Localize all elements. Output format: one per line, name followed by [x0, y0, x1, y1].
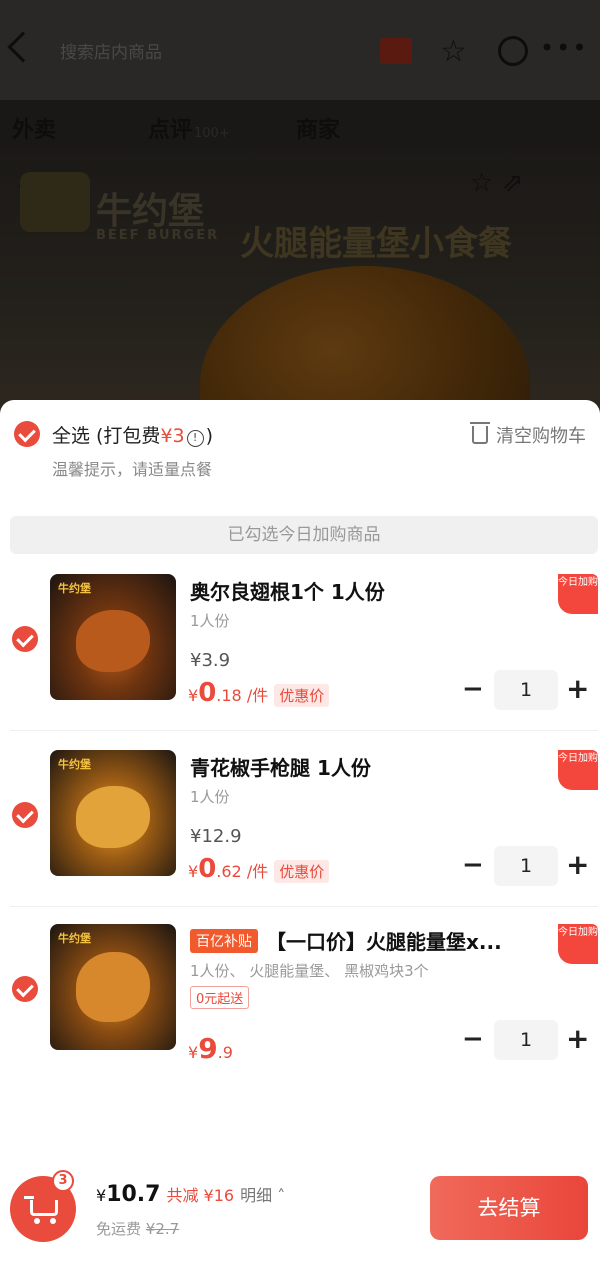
- shipping-fee: 免运费 ¥2.7: [96, 1220, 180, 1238]
- decrease-button[interactable]: −: [462, 676, 484, 702]
- burger-image: [200, 266, 530, 420]
- checkout-button[interactable]: 去结算: [430, 1176, 588, 1240]
- select-all[interactable]: 全选 (打包费¥3!): [14, 420, 213, 448]
- item-divider: [10, 730, 598, 731]
- order-tip: 温馨提示，请适量点餐: [52, 460, 213, 479]
- select-all-checkbox[interactable]: [14, 421, 40, 447]
- item-image[interactable]: 牛约堡: [50, 924, 176, 1050]
- quantity-value[interactable]: 1: [494, 846, 558, 886]
- star-icon[interactable]: ☆: [440, 34, 467, 69]
- coupon-tag-icon[interactable]: [380, 38, 412, 64]
- item-image[interactable]: 牛约堡: [50, 750, 176, 876]
- decrease-button[interactable]: −: [462, 852, 484, 878]
- clear-cart-button[interactable]: 清空购物车: [470, 422, 586, 448]
- share-icon[interactable]: ☆ ⇗: [470, 168, 523, 198]
- increase-button[interactable]: +: [566, 1024, 589, 1054]
- increase-button[interactable]: +: [566, 850, 589, 880]
- item-name[interactable]: 青花椒手枪腿 1人份: [190, 752, 371, 781]
- store-top-bar: 搜索店内商品 ☆ •••: [0, 0, 600, 100]
- quantity-stepper: − 1 +: [462, 1020, 592, 1060]
- item-checkbox[interactable]: [12, 626, 38, 652]
- item-discount-price: ¥0.62 /件 优惠价: [188, 854, 330, 884]
- item-spec: 1人份、 火腿能量堡、 黑椒鸡块3个: [190, 962, 429, 980]
- added-today-ribbon: 今日加购: [558, 750, 598, 790]
- banner-slogan: 火腿能量堡小食餐: [240, 224, 512, 264]
- item-spec: 1人份: [190, 612, 230, 630]
- cart-item: 牛约堡 奥尔良翅根1个 1人份 1人份 ¥3.9 ¥0.18 /件 优惠价 今日加…: [0, 574, 600, 744]
- quantity-stepper: − 1 +: [462, 670, 592, 710]
- item-name[interactable]: 奥尔良翅根1个 1人份: [190, 576, 385, 605]
- item-price: ¥9.9: [188, 1032, 233, 1065]
- info-icon[interactable]: !: [186, 429, 204, 447]
- store-page-background: 搜索店内商品 ☆ ••• 外卖 点评 100+ 商家 牛约堡 BEEF BURGE…: [0, 0, 600, 420]
- more-dots-icon[interactable]: •••: [540, 34, 588, 62]
- quantity-stepper: − 1 +: [462, 846, 592, 886]
- item-discount-price: ¥0.18 /件 优惠价: [188, 678, 330, 708]
- cart-item: 牛约堡 百亿补贴 【一口价】火腿能量堡x... 1人份、 火腿能量堡、 黑椒鸡块3…: [0, 924, 600, 1094]
- tab-reviews[interactable]: 点评 100+: [148, 112, 230, 144]
- cart-count-badge: 3: [52, 1170, 74, 1192]
- added-today-strip: 已勾选今日加购商品: [10, 516, 598, 554]
- tab-takeout[interactable]: 外卖: [12, 112, 58, 144]
- cart-sheet: 全选 (打包费¥3!) 清空购物车 温馨提示，请适量点餐 已勾选今日加购商品 牛…: [0, 400, 600, 1268]
- tab-merchant[interactable]: 商家: [296, 112, 342, 144]
- quantity-value[interactable]: 1: [494, 670, 558, 710]
- brand-name: 牛约堡: [96, 191, 205, 232]
- store-banner: 牛约堡 BEEF BURGER 火腿能量堡小食餐 ☆ ⇗: [0, 148, 600, 420]
- item-original-price: ¥3.9: [190, 650, 231, 671]
- item-divider: [10, 906, 598, 907]
- min-order-tag: 0元起送: [190, 986, 250, 1009]
- chat-icon[interactable]: [498, 36, 528, 66]
- quantity-value[interactable]: 1: [494, 1020, 558, 1060]
- item-original-price: ¥12.9: [190, 826, 242, 847]
- subsidy-tag: 百亿补贴: [190, 929, 258, 953]
- item-spec: 1人份: [190, 788, 230, 806]
- total-saved: 共减 ¥16: [166, 1186, 235, 1205]
- trash-icon: [470, 422, 490, 444]
- increase-button[interactable]: +: [566, 674, 589, 704]
- item-image[interactable]: 牛约堡: [50, 574, 176, 700]
- checkout-bar: 3 ¥10.7 共减 ¥16 明细 ˄ 免运费 ¥2.7 去结算: [0, 1160, 600, 1268]
- store-tabs: 外卖 点评 100+ 商家: [0, 108, 600, 148]
- brand-logo: [20, 172, 90, 232]
- item-checkbox[interactable]: [12, 802, 38, 828]
- brand-subtitle: BEEF BURGER: [96, 228, 220, 243]
- back-arrow-icon[interactable]: [7, 31, 39, 63]
- decrease-button[interactable]: −: [462, 1026, 484, 1052]
- added-today-ribbon: 今日加购: [558, 924, 598, 964]
- packing-fee: (打包费¥3!): [96, 424, 214, 447]
- added-today-ribbon: 今日加购: [558, 574, 598, 614]
- total-price: ¥10.7 共减 ¥16 明细 ˄: [96, 1182, 286, 1207]
- promo-badge: 优惠价: [274, 684, 330, 707]
- price-detail-toggle[interactable]: 明细 ˄: [240, 1186, 285, 1205]
- item-checkbox[interactable]: [12, 976, 38, 1002]
- select-all-label: 全选: [52, 424, 91, 447]
- search-hint[interactable]: 搜索店内商品: [60, 38, 162, 63]
- promo-badge: 优惠价: [274, 860, 330, 883]
- item-name[interactable]: 百亿补贴 【一口价】火腿能量堡x...: [190, 926, 502, 955]
- cart-icon: [24, 1194, 62, 1224]
- cart-item: 牛约堡 青花椒手枪腿 1人份 1人份 ¥12.9 ¥0.62 /件 优惠价 今日加…: [0, 750, 600, 920]
